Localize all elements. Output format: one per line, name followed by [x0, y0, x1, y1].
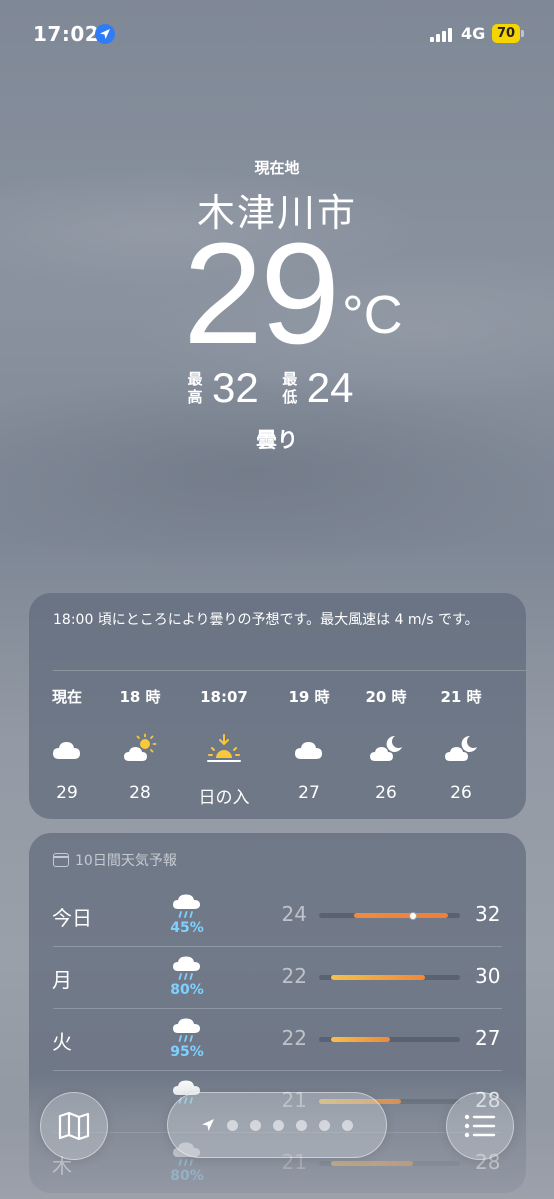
temperature-range-fill: [330, 1037, 390, 1042]
temperature-range-bar: [319, 1037, 460, 1042]
hourly-forecast-card[interactable]: 18:00 頃にところにより曇りの予想です。最大風速は 4 m/s です。 現在…: [29, 593, 526, 819]
high-temperature: 27: [475, 1026, 501, 1050]
precipitation-chance: 45%: [170, 920, 204, 936]
map-button[interactable]: [40, 1092, 108, 1160]
hour-label: 20 時: [365, 688, 407, 706]
hour-label: 2: [513, 687, 526, 707]
hourly-strip[interactable]: 現在 29 18 時 28 18:07 日の入 19 時 27 20 時 26 21 時 26 2: [29, 687, 526, 817]
high-temperature: 32: [475, 902, 501, 926]
page-dot[interactable]: [250, 1119, 261, 1131]
hour-label: 21 時: [440, 688, 482, 706]
location-arrow-icon: [202, 1119, 214, 1131]
hourly-item: 18 時 28: [104, 687, 176, 803]
hourly-item: 2: [513, 687, 526, 783]
low-temperature: 24: [281, 902, 307, 926]
status-time: 17:02: [33, 22, 100, 46]
temperature-unit: °C: [342, 285, 403, 345]
temperature-range-bar: [319, 911, 460, 920]
high-temperature: 32: [212, 364, 259, 411]
daily-row[interactable]: 月 80% 22 30: [29, 946, 526, 1008]
list-icon: [464, 1114, 496, 1138]
high-temperature: 30: [475, 964, 501, 988]
hour-label: 19 時: [288, 688, 330, 706]
cloud-icon: [31, 731, 103, 767]
day-label: 今日: [52, 906, 92, 930]
page-dot[interactable]: [227, 1119, 238, 1131]
hour-label: 18:07: [200, 688, 248, 706]
hourly-item: 現在 29: [31, 687, 103, 803]
partly-cloudy-night-icon: [350, 731, 422, 767]
icon-placeholder: [513, 731, 526, 767]
daily-row[interactable]: 今日 45% 24 32: [29, 884, 526, 946]
day-label: 火: [52, 1030, 72, 1054]
network-type: 4G: [461, 24, 486, 43]
daily-row[interactable]: 火 95% 22 27: [29, 1008, 526, 1070]
partly-cloudy-night-icon: [425, 731, 497, 767]
battery-indicator: 70: [492, 24, 520, 43]
rain-icon: [169, 890, 205, 920]
calendar-icon: [53, 853, 69, 867]
row-divider: [53, 946, 502, 947]
hour-temperature: 26: [450, 783, 472, 803]
high-label: 最高: [187, 370, 203, 406]
row-divider: [53, 1008, 502, 1009]
hour-label: 現在: [51, 688, 82, 706]
cloud-icon: [273, 731, 345, 767]
partly-sunny-icon: [104, 731, 176, 767]
location-services-icon: [95, 24, 115, 44]
current-temperature: 29: [183, 213, 340, 374]
battery-tip: [521, 30, 524, 37]
current-condition: 曇り: [256, 428, 298, 452]
hourly-item: 18:07 日の入: [188, 687, 260, 808]
hourly-item: 20 時 26: [350, 687, 422, 803]
page-dot[interactable]: [296, 1119, 307, 1131]
page-dot[interactable]: [342, 1119, 353, 1131]
status-bar: 17:02 4G 70: [0, 0, 554, 70]
map-icon: [58, 1111, 90, 1141]
precipitation-chance: 95%: [170, 1044, 204, 1060]
hourly-item: 19 時 27: [273, 687, 345, 803]
row-divider: [53, 1070, 502, 1071]
hour-temperature: 29: [56, 783, 78, 803]
page-indicator[interactable]: [167, 1092, 387, 1158]
sunset-icon: [188, 731, 260, 767]
temperature-range-fill: [354, 913, 449, 918]
precipitation-chance: 80%: [170, 982, 204, 998]
rain-icon: [169, 1014, 205, 1044]
hour-temperature: 28: [129, 783, 151, 803]
low-temperature: 22: [281, 964, 307, 988]
divider: [53, 670, 526, 671]
hour-temperature: 日の入: [198, 788, 250, 808]
list-button[interactable]: [446, 1092, 514, 1160]
location-label: 現在地: [254, 159, 300, 177]
page-dot[interactable]: [273, 1119, 284, 1131]
low-temperature: 24: [306, 364, 354, 411]
temperature-range-fill: [330, 975, 425, 980]
low-temperature: 22: [281, 1026, 307, 1050]
page-dot[interactable]: [319, 1119, 330, 1131]
cellular-signal-icon: [430, 26, 452, 42]
low-label: 最低: [282, 370, 298, 406]
hour-temperature: 26: [375, 783, 397, 803]
daily-forecast-title: 10日間天気予報: [75, 853, 177, 869]
temperature-range-bar: [319, 975, 460, 980]
hour-temperature: 27: [298, 783, 320, 803]
current-temperature-dot: [409, 911, 417, 920]
hourly-item: 21 時 26: [425, 687, 497, 803]
high-low: 最高 32 最低 24: [186, 366, 375, 410]
rain-icon: [169, 952, 205, 982]
day-label: 月: [52, 968, 72, 992]
forecast-summary: 18:00 頃にところにより曇りの予想です。最大風速は 4 m/s です。: [53, 612, 479, 628]
daily-forecast-header: 10日間天気予報: [53, 850, 177, 870]
hour-label: 18 時: [119, 688, 161, 706]
